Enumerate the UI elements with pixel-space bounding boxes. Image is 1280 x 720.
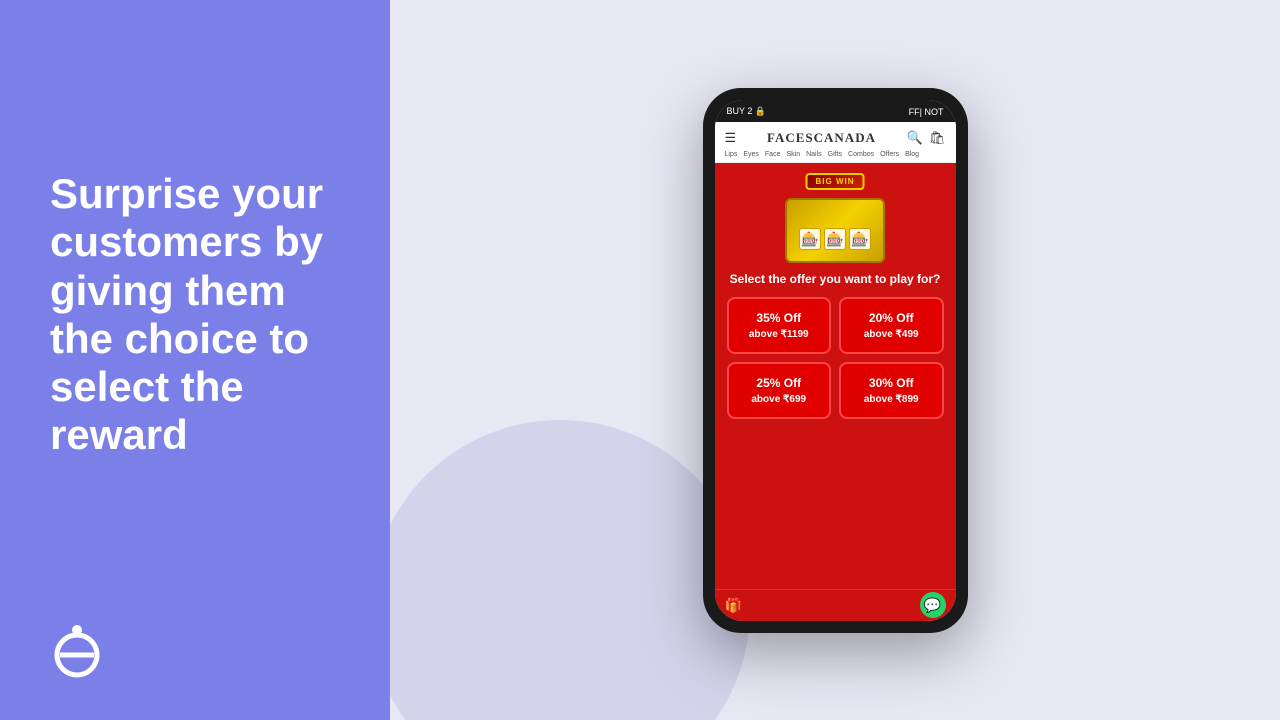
nav-link-blog[interactable]: Blog — [905, 151, 919, 158]
phone-screen: BUY 2 🔒 FF| NOT ☰ FACESCANADA 🔍 🛍 Lips E… — [715, 100, 956, 621]
status-left: BUY 2 🔒 — [727, 106, 767, 117]
offer-card-1[interactable]: 35% Off above ₹1199 — [727, 297, 832, 354]
navbar-top: ☰ FACESCANADA 🔍 🛍 — [725, 130, 946, 146]
reel-3: 🎰 — [849, 228, 871, 250]
offer-1-condition: above ₹1199 — [735, 327, 824, 342]
offer-card-4[interactable]: 30% Off above ₹899 — [839, 362, 944, 419]
offer-3-condition: above ₹699 — [735, 392, 824, 407]
ecommify-logo — [50, 620, 340, 680]
status-right: FF| NOT — [909, 107, 944, 117]
whatsapp-icon: 💬 — [924, 597, 941, 614]
slot-reels: 🎰 🎰 🎰 — [799, 228, 871, 250]
offer-3-percent: 25% Off — [735, 374, 824, 392]
nav-link-lips[interactable]: Lips — [725, 151, 738, 158]
whatsapp-button[interactable]: 💬 — [920, 592, 946, 618]
nav-link-combos[interactable]: Combos — [848, 151, 874, 158]
nav-link-skin[interactable]: Skin — [786, 151, 800, 158]
nav-links: Lips Eyes Face Skin Nails Gifts Combos O… — [725, 151, 946, 158]
search-icon[interactable]: 🔍 — [907, 130, 923, 146]
phone-mockup: BUY 2 🔒 FF| NOT ☰ FACESCANADA 🔍 🛍 Lips E… — [703, 88, 968, 633]
logo-icon — [50, 620, 105, 680]
left-panel: Surprise your customers by giving them t… — [0, 0, 390, 720]
phone-notch — [805, 100, 865, 105]
right-panel: BUY 2 🔒 FF| NOT ☰ FACESCANADA 🔍 🛍 Lips E… — [390, 0, 1280, 720]
offer-card-2[interactable]: 20% Off above ₹499 — [839, 297, 944, 354]
offer-4-condition: above ₹899 — [847, 392, 936, 407]
phone-content: BIG WIN 🎰 🎰 🎰 Select the offer you want … — [715, 163, 956, 589]
nav-icons: 🔍 🛍 — [907, 130, 946, 146]
offer-grid: 35% Off above ₹1199 20% Off above ₹499 2… — [727, 297, 944, 419]
hamburger-icon[interactable]: ☰ — [725, 130, 737, 146]
offer-card-3[interactable]: 25% Off above ₹699 — [727, 362, 832, 419]
nav-link-gifts[interactable]: Gifts — [828, 151, 842, 158]
nav-link-nails[interactable]: Nails — [806, 151, 822, 158]
slot-machine-graphic: BIG WIN 🎰 🎰 🎰 — [780, 173, 890, 263]
nav-link-eyes[interactable]: Eyes — [743, 151, 759, 158]
nav-link-face[interactable]: Face — [765, 151, 781, 158]
offer-4-percent: 30% Off — [847, 374, 936, 392]
reel-2: 🎰 — [824, 228, 846, 250]
offer-prompt-text: Select the offer you want to play for? — [730, 271, 941, 288]
reel-1: 🎰 — [799, 228, 821, 250]
gift-icon[interactable]: 🎁 — [725, 597, 742, 614]
brand-name: FACESCANADA — [767, 130, 876, 146]
headline-text: Surprise your customers by giving them t… — [50, 170, 340, 460]
offer-2-condition: above ₹499 — [847, 327, 936, 342]
offer-2-percent: 20% Off — [847, 309, 936, 327]
navbar: ☰ FACESCANADA 🔍 🛍 Lips Eyes Face Skin Na… — [715, 122, 956, 163]
offer-1-percent: 35% Off — [735, 309, 824, 327]
big-win-sign: BIG WIN — [806, 173, 865, 190]
cart-icon[interactable]: 🛍 — [929, 130, 946, 146]
nav-link-offers[interactable]: Offers — [880, 151, 899, 158]
decorative-circle — [390, 420, 750, 720]
slot-base: 🎰 🎰 🎰 — [785, 198, 885, 263]
bottom-bar: 🎁 💬 — [715, 589, 956, 621]
